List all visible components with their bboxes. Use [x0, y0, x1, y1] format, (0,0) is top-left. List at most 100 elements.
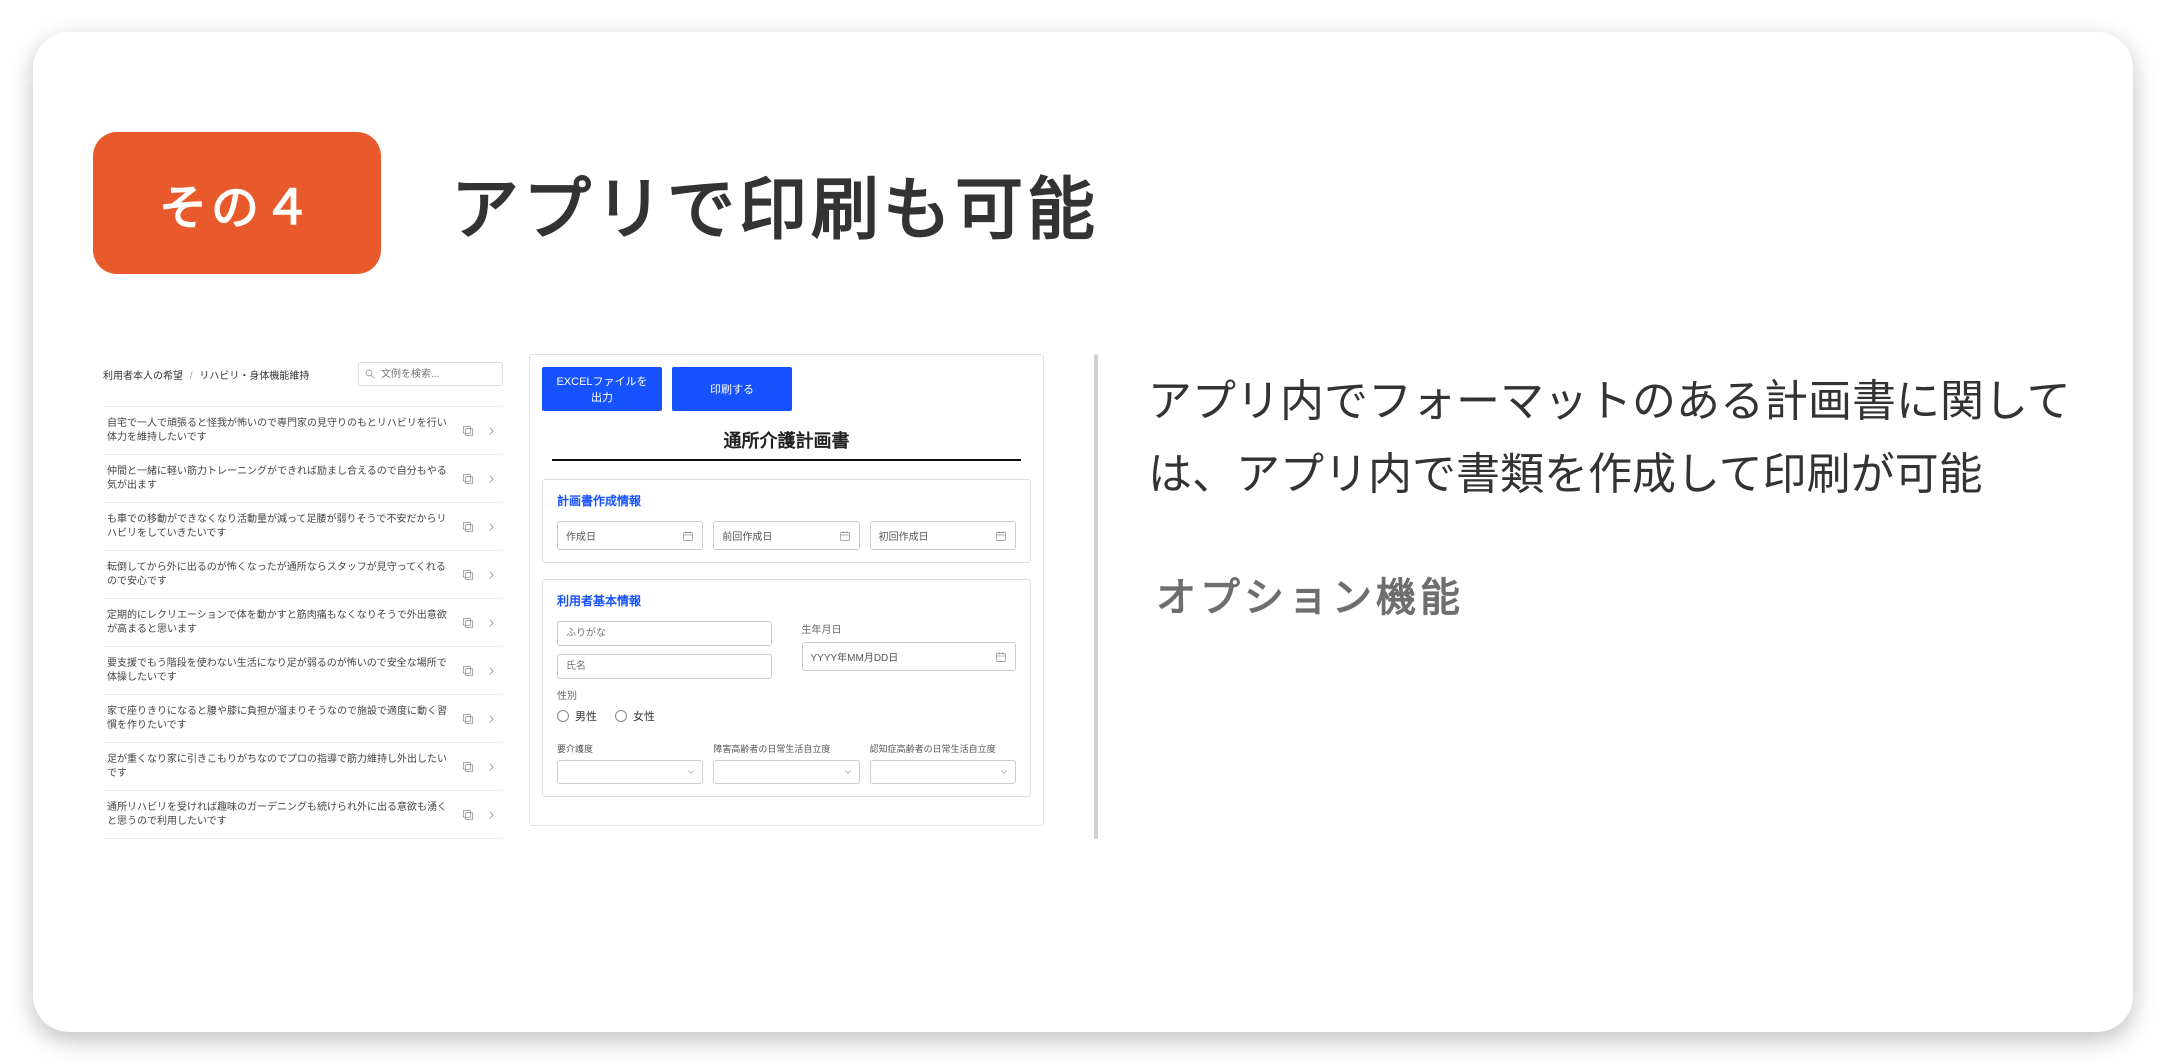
content-row: 利用者本人の希望 / リハビリ・身体機能維持 自宅で一人で頑張ると怪我が怖いので… — [93, 354, 2073, 839]
section2-title: 利用者基本情報 — [557, 592, 1016, 609]
birth-label: 生年月日 — [802, 621, 1017, 636]
template-list-panel: 利用者本人の希望 / リハビリ・身体機能維持 自宅で一人で頑張ると怪我が怖いので… — [93, 354, 513, 839]
birth-placeholder: YYYY年MM月DD日 — [811, 649, 899, 664]
list-item-icons — [461, 520, 499, 534]
insert-icon[interactable] — [485, 760, 499, 774]
select-group: 障害高齢者の日常生活自立度 — [713, 742, 859, 784]
date-label: 作成日 — [566, 528, 596, 543]
copy-icon[interactable] — [461, 568, 475, 582]
select-group: 要介護度 — [557, 742, 703, 784]
option-tag: オプション機能 — [1148, 561, 1472, 627]
calendar-icon — [839, 530, 851, 542]
list-item-text: 転倒してから外に出るのが怖くなったが通所ならスタッフが見守ってくれるので安心です — [107, 561, 453, 588]
list-item[interactable]: も車での移動ができなくなり活動量が減って足腰が弱りそうで不安だからリハビリをして… — [103, 503, 503, 551]
copy-icon[interactable] — [461, 712, 475, 726]
list-item-text: 自宅で一人で頑張ると怪我が怖いので専門家の見守りのもとリハビリを行い体力を維持し… — [107, 417, 453, 444]
list-item[interactable]: 転倒してから外に出るのが怖くなったが通所ならスタッフが見守ってくれるので安心です — [103, 551, 503, 599]
list-item-icons — [461, 568, 499, 582]
button-row: EXCELファイルを出力 印刷する — [542, 367, 1031, 411]
list-item-icons — [461, 808, 499, 822]
list-item[interactable]: 仲間と一緒に軽い筋力トレーニングができれば励まし合えるので自分もやる気が出ます — [103, 455, 503, 503]
breadcrumb-sep: / — [190, 371, 193, 382]
section-plan-info: 計画書作成情報 作成日前回作成日初回作成日 — [542, 479, 1031, 563]
list-item[interactable]: 通所リハビリを受ければ趣味のガーデニングも続けられ外に出る意欲も湧くと思うので利… — [103, 791, 503, 839]
list-item-text: 家で座りきりになると腰や膝に負担が溜まりそうなので施設で適度に動く習慣を作りたい… — [107, 705, 453, 732]
breadcrumb: 利用者本人の希望 / リハビリ・身体機能維持 — [103, 367, 309, 382]
copy-icon[interactable] — [461, 520, 475, 534]
two-col: 性別 男性女性 生年月日 YYYY年MM月DD日 — [557, 621, 1016, 724]
section-user-info: 利用者基本情報 性別 男性女性 生年月日 YYYY年MM月DD日 — [542, 579, 1031, 797]
date-input[interactable]: 作成日 — [557, 521, 703, 550]
name-input[interactable] — [557, 654, 772, 679]
chevron-down-icon — [686, 767, 696, 777]
card-title: アプリで印刷も可能 — [451, 154, 1099, 253]
insert-icon[interactable] — [485, 616, 499, 630]
list-item[interactable]: 足が重くなり家に引きこもりがちなのでプロの指導で筋力維持し外出したいです — [103, 743, 503, 791]
list-item[interactable]: 要支援でもう階段を使わない生活になり足が弱るのが怖いので安全な場所で体操したいで… — [103, 647, 503, 695]
breadcrumb-a: 利用者本人の希望 — [103, 371, 183, 382]
furigana-input[interactable] — [557, 621, 772, 646]
insert-icon[interactable] — [485, 712, 499, 726]
panel-top-bar: 利用者本人の希望 / リハビリ・身体機能維持 — [103, 362, 503, 386]
date-row: 作成日 前回作成日 初回作成日 — [557, 521, 1016, 550]
copy-icon[interactable] — [461, 616, 475, 630]
select-row: 要介護度障害高齢者の日常生活自立度認知症高齢者の日常生活自立度 — [557, 742, 1016, 784]
list-item-icons — [461, 664, 499, 678]
badge: その４ — [93, 132, 381, 274]
birth-col: 生年月日 YYYY年MM月DD日 — [802, 621, 1017, 724]
search-input[interactable] — [358, 362, 503, 386]
gender-radio[interactable]: 女性 — [615, 708, 655, 724]
insert-icon[interactable] — [485, 424, 499, 438]
select-label: 要介護度 — [557, 742, 703, 755]
list-item-text: 通所リハビリを受ければ趣味のガーデニングも続けられ外に出る意欲も湧くと思うので利… — [107, 801, 453, 828]
insert-icon[interactable] — [485, 808, 499, 822]
copy-icon[interactable] — [461, 760, 475, 774]
export-excel-button[interactable]: EXCELファイルを出力 — [542, 367, 662, 411]
date-label: 前回作成日 — [722, 528, 772, 543]
breadcrumb-b: リハビリ・身体機能維持 — [199, 371, 309, 382]
search-wrap — [358, 362, 503, 386]
list-item-text: も車での移動ができなくなり活動量が減って足腰が弱りそうで不安だからリハビリをして… — [107, 513, 453, 540]
form-panel: EXCELファイルを出力 印刷する 通所介護計画書 計画書作成情報 作成日前回作… — [529, 354, 1044, 826]
insert-icon[interactable] — [485, 568, 499, 582]
select-group: 認知症高齢者の日常生活自立度 — [870, 742, 1016, 784]
list-item-text: 足が重くなり家に引きこもりがちなのでプロの指導で筋力維持し外出したいです — [107, 753, 453, 780]
list-item-icons — [461, 616, 499, 630]
select-box[interactable] — [557, 760, 703, 784]
copy-icon[interactable] — [461, 424, 475, 438]
chevron-down-icon — [843, 767, 853, 777]
list-item-icons — [461, 424, 499, 438]
list-item[interactable]: 家で座りきりになると腰や膝に負担が溜まりそうなので施設で適度に動く習慣を作りたい… — [103, 695, 503, 743]
select-box[interactable] — [713, 760, 859, 784]
insert-icon[interactable] — [485, 520, 499, 534]
birth-date-input[interactable]: YYYY年MM月DD日 — [802, 642, 1017, 671]
calendar-icon — [995, 530, 1007, 542]
list-item-icons — [461, 712, 499, 726]
vertical-divider — [1094, 354, 1098, 839]
select-box[interactable] — [870, 760, 1016, 784]
list-item[interactable]: 定期的にレクリエーションで体を動かすと筋肉痛もなくなりそうで外出意欲が高まると思… — [103, 599, 503, 647]
form-title-underline — [552, 459, 1021, 461]
list-item[interactable]: 自宅で一人で頑張ると怪我が怖いので専門家の見守りのもとリハビリを行い体力を維持し… — [103, 407, 503, 455]
insert-icon[interactable] — [485, 472, 499, 486]
date-input[interactable]: 前回作成日 — [713, 521, 859, 550]
list-item-text: 仲間と一緒に軽い筋力トレーニングができれば励まし合えるので自分もやる気が出ます — [107, 465, 453, 492]
copy-icon[interactable] — [461, 808, 475, 822]
copy-icon[interactable] — [461, 664, 475, 678]
radio-label: 男性 — [575, 708, 597, 724]
template-list: 自宅で一人で頑張ると怪我が怖いので専門家の見守りのもとリハビリを行い体力を維持し… — [103, 406, 503, 839]
calendar-icon — [995, 651, 1007, 663]
name-col: 性別 男性女性 — [557, 621, 772, 724]
calendar-icon — [682, 530, 694, 542]
list-item-icons — [461, 472, 499, 486]
date-input[interactable]: 初回作成日 — [870, 521, 1016, 550]
list-item-icons — [461, 760, 499, 774]
radio-label: 女性 — [633, 708, 655, 724]
select-label: 認知症高齢者の日常生活自立度 — [870, 742, 1016, 755]
print-button[interactable]: 印刷する — [672, 367, 792, 411]
insert-icon[interactable] — [485, 664, 499, 678]
gender-radio[interactable]: 男性 — [557, 708, 597, 724]
search-icon — [364, 368, 376, 380]
radio-icon — [557, 710, 569, 722]
copy-icon[interactable] — [461, 472, 475, 486]
